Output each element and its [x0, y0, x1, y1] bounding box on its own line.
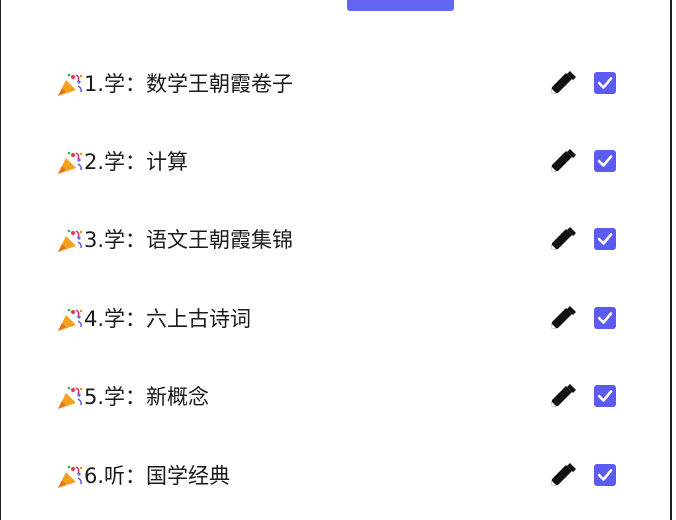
pencil-icon[interactable]: [548, 461, 576, 489]
checkmark-icon: [597, 155, 613, 167]
task-label: 3.学：语文王朝霞集锦: [84, 228, 294, 252]
pencil-icon[interactable]: [548, 382, 576, 410]
task-panel: 1.学：数学王朝霞卷子 2.学：计算 3.学：语文王朝霞集锦 4.学：六上古诗词…: [0, 0, 672, 520]
checkmark-icon: [597, 312, 613, 324]
party-popper-icon: [58, 73, 83, 96]
list-item: 3.学：语文王朝霞集锦: [1, 200, 673, 278]
task-label: 5.学：新概念: [84, 385, 210, 409]
pencil-icon[interactable]: [548, 225, 576, 253]
list-item: 1.学：数学王朝霞卷子: [1, 44, 673, 122]
party-popper-icon: [58, 386, 83, 409]
task-label: 2.学：计算: [84, 150, 189, 174]
task-label: 4.学：六上古诗词: [84, 307, 252, 331]
add-task-button[interactable]: [347, 0, 454, 11]
task-label: 1.学：数学王朝霞卷子: [84, 72, 294, 96]
checkmark-icon: [597, 469, 613, 481]
checkmark-icon: [597, 77, 613, 89]
checkmark-icon: [597, 233, 613, 245]
party-popper-icon: [58, 229, 83, 252]
party-popper-icon: [58, 465, 83, 488]
party-popper-icon: [58, 151, 83, 174]
done-checkbox[interactable]: [594, 72, 616, 94]
pencil-icon[interactable]: [548, 69, 576, 97]
list-item: 6.听：国学经典: [1, 436, 673, 514]
checkmark-icon: [597, 390, 613, 402]
list-item: 4.学：六上古诗词: [1, 279, 673, 357]
done-checkbox[interactable]: [594, 385, 616, 407]
done-checkbox[interactable]: [594, 307, 616, 329]
pencil-icon[interactable]: [548, 147, 576, 175]
done-checkbox[interactable]: [594, 464, 616, 486]
list-item: 2.学：计算: [1, 122, 673, 200]
party-popper-icon: [58, 308, 83, 331]
task-label: 6.听：国学经典: [84, 464, 231, 488]
done-checkbox[interactable]: [594, 228, 616, 250]
done-checkbox[interactable]: [594, 150, 616, 172]
list-item: 5.学：新概念: [1, 357, 673, 435]
pencil-icon[interactable]: [548, 304, 576, 332]
